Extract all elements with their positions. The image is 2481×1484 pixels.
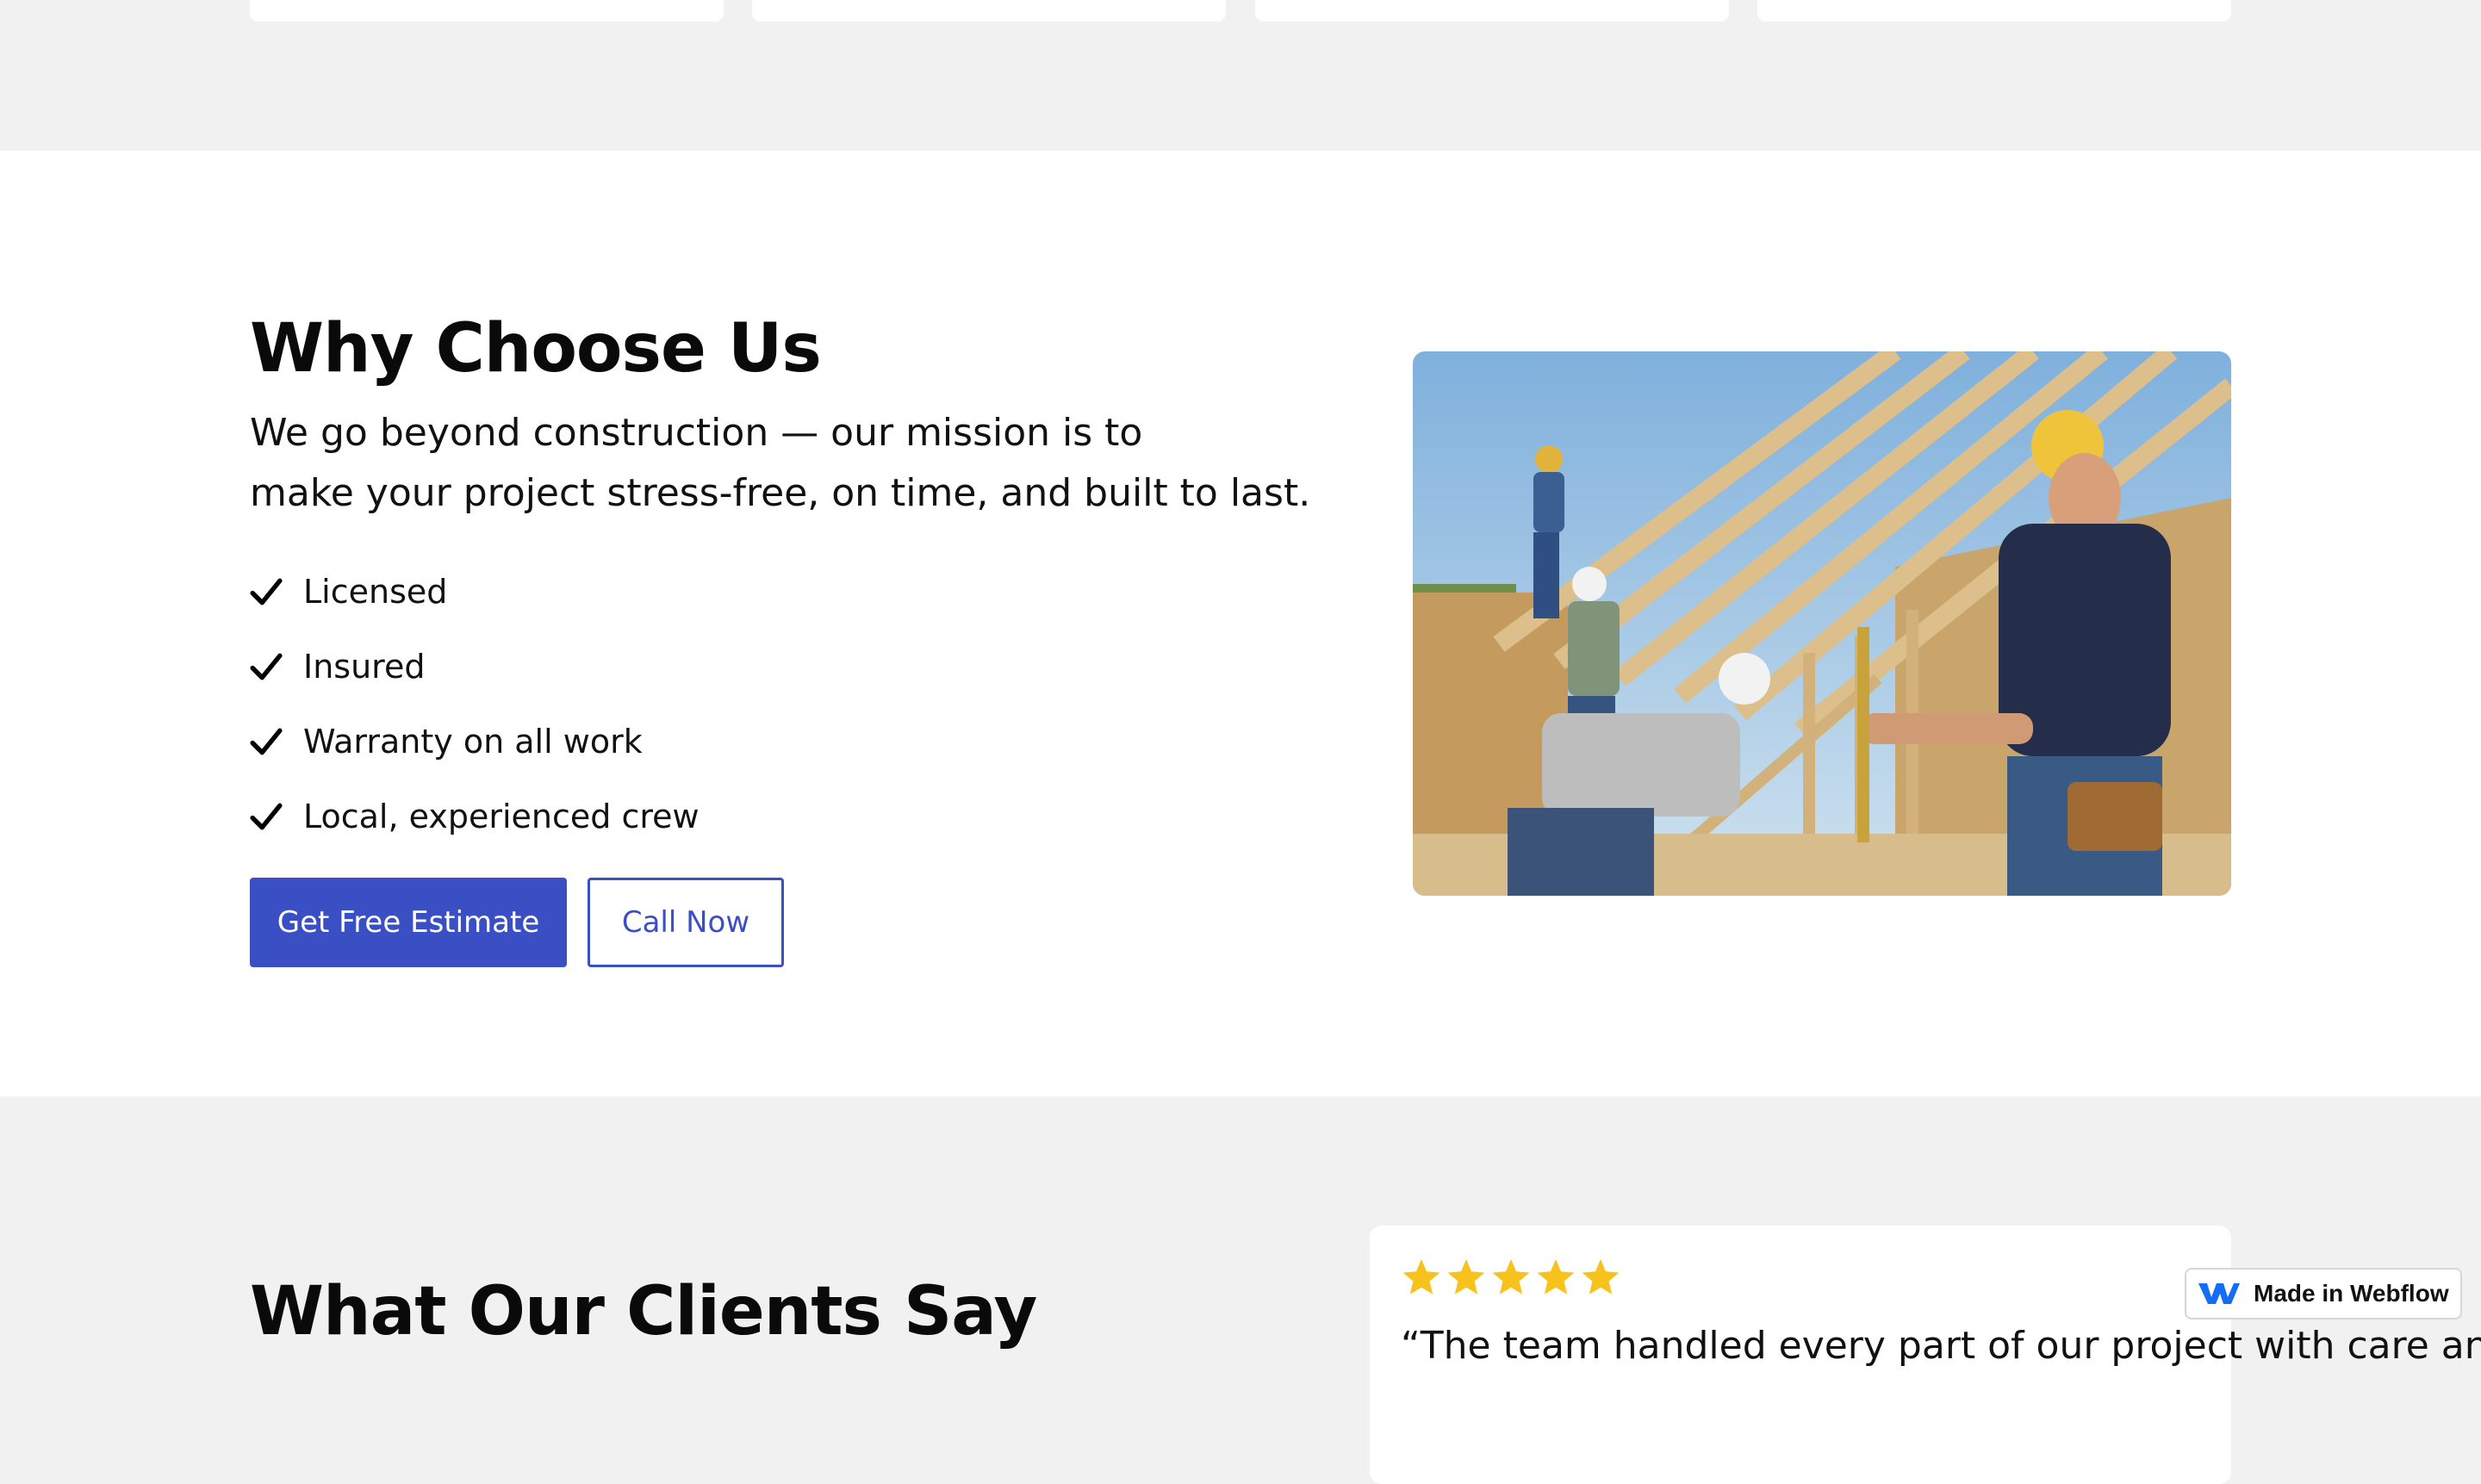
get-free-estimate-button[interactable]: Get Free Estimate — [250, 878, 567, 967]
feature-item: Local, experienced crew — [250, 779, 700, 854]
feature-label: Insured — [303, 647, 426, 686]
service-card[interactable] — [1757, 0, 2231, 22]
framing-illustration — [1413, 351, 2231, 896]
testimonials-section: What Our Clients Say “The team handled e… — [0, 1096, 2481, 1484]
construction-crew-photo — [1413, 351, 2231, 896]
description-line: We go beyond construction — our mission … — [250, 411, 1143, 455]
description-line: make your project stress-free, on time, … — [250, 471, 1311, 515]
services-section-bottom — [0, 0, 2481, 151]
made-in-webflow-badge[interactable]: Made in Webflow — [2185, 1268, 2462, 1319]
section-title: What Our Clients Say — [250, 1273, 1037, 1351]
feature-list: Licensed Insured Warranty on all work Lo… — [250, 554, 700, 854]
badge-label: Made in Webflow — [2254, 1280, 2449, 1307]
feature-label: Warranty on all work — [303, 722, 643, 761]
star-icon — [1492, 1259, 1530, 1295]
webflow-logo-icon — [2198, 1283, 2240, 1304]
testimonial-card: “The team handled every part of our proj… — [1370, 1226, 2481, 1484]
star-icon — [1582, 1259, 1620, 1295]
checkmark-icon — [250, 803, 283, 829]
feature-label: Local, experienced crew — [303, 797, 700, 835]
section-title: Why Choose Us — [250, 310, 822, 388]
star-icon — [1447, 1259, 1485, 1295]
rating-stars — [1401, 1257, 1621, 1298]
checkmark-icon — [250, 728, 283, 754]
feature-item: Insured — [250, 629, 700, 704]
call-now-button[interactable]: Call Now — [588, 878, 784, 967]
section-description: We go beyond construction — our mission … — [250, 403, 1311, 524]
testimonial-quote: “The team handled every part of our proj… — [1401, 1324, 2481, 1368]
feature-item: Warranty on all work — [250, 704, 700, 779]
service-card[interactable] — [752, 0, 1226, 22]
checkmark-icon — [250, 653, 283, 680]
feature-label: Licensed — [303, 572, 448, 611]
service-card[interactable] — [250, 0, 724, 22]
checkmark-icon — [250, 578, 283, 605]
star-icon — [1402, 1259, 1440, 1295]
service-card[interactable] — [1255, 0, 1729, 22]
star-icon — [1537, 1259, 1575, 1295]
why-choose-us-section: Why Choose Us We go beyond construction … — [0, 151, 2481, 1096]
feature-item: Licensed — [250, 554, 700, 629]
